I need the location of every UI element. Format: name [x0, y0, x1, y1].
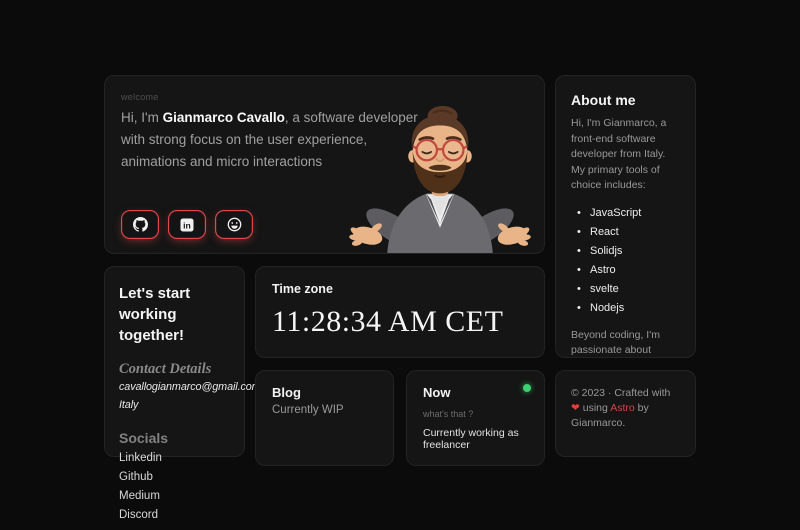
footer-text: © 2023 · Crafted with ❤ using Astro by G…: [571, 386, 680, 431]
now-whats-that-link[interactable]: what's that ?: [423, 409, 528, 419]
timezone-clock: 11:28:34 AM CET: [272, 305, 528, 339]
social-link-linkedin[interactable]: Linkedin: [119, 449, 230, 468]
github-icon: [133, 217, 148, 232]
tool-item: svelte: [577, 280, 680, 299]
hero-heading: Hi, I'm Gianmarco Cavallo, a software de…: [121, 107, 433, 173]
about-title: About me: [571, 92, 680, 108]
smiley-button[interactable]: [215, 210, 253, 239]
tool-item: React: [577, 223, 680, 242]
tool-item: Solidjs: [577, 242, 680, 261]
hero-card: welcome Hi, I'm Gianmarco Cavallo, a sof…: [104, 75, 545, 254]
tool-item: Astro: [577, 261, 680, 280]
contact-title: Let's start working together!: [119, 283, 230, 346]
social-link-medium[interactable]: Medium: [119, 487, 230, 506]
contact-email[interactable]: cavallogianmarco@gmail.com: [119, 378, 230, 396]
footer-middle: using: [583, 402, 608, 414]
linkedin-button[interactable]: in: [168, 210, 206, 239]
blog-card: Blog Currently WIP: [255, 370, 394, 466]
socials-label: Socials: [119, 430, 230, 446]
social-link-discord[interactable]: Discord: [119, 506, 230, 525]
heart-icon: ❤: [571, 402, 580, 414]
about-paragraph-2: Beyond coding, I'm passionate about desi…: [571, 328, 680, 359]
contact-location: Italy: [119, 396, 230, 414]
tool-item: Nodejs: [577, 299, 680, 318]
hero-intro-prefix: Hi, I'm: [121, 110, 163, 125]
footer-card: © 2023 · Crafted with ❤ using Astro by G…: [555, 370, 696, 457]
tool-item: JavaScript: [577, 204, 680, 223]
about-card: About me Hi, I'm Gianmarco, a front-end …: [555, 75, 696, 358]
blog-status: Currently WIP: [272, 404, 377, 416]
social-link-github[interactable]: Github: [119, 468, 230, 487]
linkedin-icon: in: [180, 218, 194, 232]
now-card: Now what's that ? Currently working as f…: [406, 370, 545, 466]
hero-name: Gianmarco Cavallo: [163, 110, 285, 125]
now-title: Now: [423, 385, 528, 400]
about-paragraph-1: Hi, I'm Gianmarco, a front-end software …: [571, 116, 680, 194]
now-status: Currently working as freelancer: [423, 427, 528, 451]
astro-link[interactable]: Astro: [610, 402, 635, 414]
welcome-eyebrow: welcome: [121, 92, 526, 102]
timezone-card: Time zone 11:28:34 AM CET: [255, 266, 545, 358]
github-button[interactable]: [121, 210, 159, 239]
smiley-icon: [227, 217, 242, 232]
contact-details-label: Contact Details: [119, 361, 230, 378]
hero-social-buttons: in: [121, 210, 526, 239]
contact-card: Let's start working together! Contact De…: [104, 266, 245, 457]
blog-now-row: Blog Currently WIP Now what's that ? Cur…: [255, 370, 545, 457]
timezone-label: Time zone: [272, 282, 528, 296]
footer-prefix: © 2023 · Crafted with: [571, 387, 670, 399]
blog-title: Blog: [272, 385, 377, 400]
online-status-dot: [523, 384, 531, 392]
svg-text:in: in: [183, 220, 191, 230]
tools-list: JavaScript React Solidjs Astro svelte No…: [577, 204, 680, 318]
bento-grid: welcome Hi, I'm Gianmarco Cavallo, a sof…: [104, 75, 696, 457]
